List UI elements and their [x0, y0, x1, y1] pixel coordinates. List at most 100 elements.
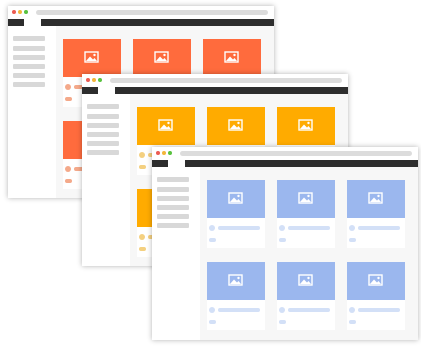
nav-bar	[152, 160, 418, 167]
content-card[interactable]	[277, 180, 335, 248]
card-avatar	[349, 225, 355, 231]
card-meta-placeholder	[65, 179, 72, 183]
image-placeholder-icon	[158, 119, 173, 131]
card-thumbnail	[207, 180, 265, 218]
sidebar-item[interactable]	[157, 177, 189, 182]
sidebar-item[interactable]	[87, 123, 119, 128]
card-meta-placeholder	[349, 238, 356, 242]
card-title-placeholder	[288, 226, 330, 230]
card-thumbnail	[137, 107, 195, 145]
card-thumbnail	[347, 180, 405, 218]
card-title-placeholder	[218, 308, 260, 312]
browser-window-blue	[152, 147, 418, 340]
nav-bar	[8, 19, 274, 26]
sidebar-item[interactable]	[13, 36, 45, 41]
close-window-button[interactable]	[12, 10, 16, 14]
content-card[interactable]	[347, 180, 405, 248]
sidebar	[8, 26, 56, 198]
address-bar[interactable]	[110, 78, 342, 83]
card-avatar	[139, 152, 145, 158]
card-avatar	[279, 307, 285, 313]
card-title-placeholder	[288, 308, 330, 312]
image-placeholder-icon	[368, 192, 383, 204]
card-meta-placeholder	[139, 247, 146, 251]
card-meta-placeholder	[65, 97, 72, 101]
card-thumbnail	[207, 262, 265, 300]
sidebar	[82, 94, 130, 266]
maximize-window-button[interactable]	[98, 78, 102, 82]
image-placeholder-icon	[298, 119, 313, 131]
image-placeholder-icon	[298, 274, 313, 286]
card-meta-placeholder	[349, 320, 356, 324]
sidebar-item[interactable]	[157, 187, 189, 192]
card-title-placeholder	[358, 308, 400, 312]
sidebar-item[interactable]	[157, 214, 189, 219]
minimize-window-button[interactable]	[92, 78, 96, 82]
title-bar	[82, 74, 348, 87]
card-meta-placeholder	[139, 165, 146, 169]
image-placeholder-icon	[224, 51, 239, 63]
content-card[interactable]	[207, 262, 265, 330]
address-bar[interactable]	[36, 10, 268, 15]
sidebar-item[interactable]	[13, 64, 45, 69]
sidebar-item[interactable]	[87, 104, 119, 109]
card-meta-placeholder	[209, 238, 216, 242]
card-avatar	[209, 225, 215, 231]
nav-tab[interactable]	[24, 19, 41, 26]
sidebar-item[interactable]	[157, 205, 189, 210]
sidebar-item[interactable]	[13, 82, 45, 87]
card-title-placeholder	[218, 226, 260, 230]
maximize-window-button[interactable]	[24, 10, 28, 14]
card-thumbnail	[203, 39, 261, 77]
card-thumbnail	[277, 262, 335, 300]
image-placeholder-icon	[228, 119, 243, 131]
card-thumbnail	[133, 39, 191, 77]
maximize-window-button[interactable]	[168, 151, 172, 155]
card-meta-placeholder	[279, 320, 286, 324]
address-bar[interactable]	[180, 151, 412, 156]
image-placeholder-icon	[228, 192, 243, 204]
sidebar-item[interactable]	[87, 132, 119, 137]
sidebar-item[interactable]	[157, 196, 189, 201]
card-avatar	[65, 166, 71, 172]
content-card[interactable]	[347, 262, 405, 330]
sidebar	[152, 167, 200, 340]
image-placeholder-icon	[84, 51, 99, 63]
card-avatar	[279, 225, 285, 231]
nav-tab[interactable]	[98, 87, 115, 94]
sidebar-item[interactable]	[157, 223, 189, 228]
card-title-placeholder	[358, 226, 400, 230]
nav-tab[interactable]	[168, 160, 185, 167]
minimize-window-button[interactable]	[18, 10, 22, 14]
image-placeholder-icon	[368, 274, 383, 286]
sidebar-item[interactable]	[87, 114, 119, 119]
title-bar	[152, 147, 418, 160]
card-meta-placeholder	[209, 320, 216, 324]
content-card[interactable]	[207, 180, 265, 248]
close-window-button[interactable]	[156, 151, 160, 155]
sidebar-item[interactable]	[87, 141, 119, 146]
card-avatar	[65, 84, 71, 90]
image-placeholder-icon	[228, 274, 243, 286]
image-placeholder-icon	[154, 51, 169, 63]
card-thumbnail	[347, 262, 405, 300]
sidebar-item[interactable]	[87, 150, 119, 155]
content-area	[200, 167, 418, 340]
sidebar-item[interactable]	[13, 73, 45, 78]
card-avatar	[349, 307, 355, 313]
card-thumbnail	[63, 39, 121, 77]
card-avatar	[209, 307, 215, 313]
card-thumbnail	[207, 107, 265, 145]
sidebar-item[interactable]	[13, 46, 45, 51]
card-thumbnail	[277, 180, 335, 218]
sidebar-item[interactable]	[13, 55, 45, 60]
title-bar	[8, 6, 274, 19]
image-placeholder-icon	[298, 192, 313, 204]
card-avatar	[139, 234, 145, 240]
nav-bar	[82, 87, 348, 94]
content-card[interactable]	[277, 262, 335, 330]
close-window-button[interactable]	[86, 78, 90, 82]
card-meta-placeholder	[279, 238, 286, 242]
minimize-window-button[interactable]	[162, 151, 166, 155]
card-thumbnail	[277, 107, 335, 145]
